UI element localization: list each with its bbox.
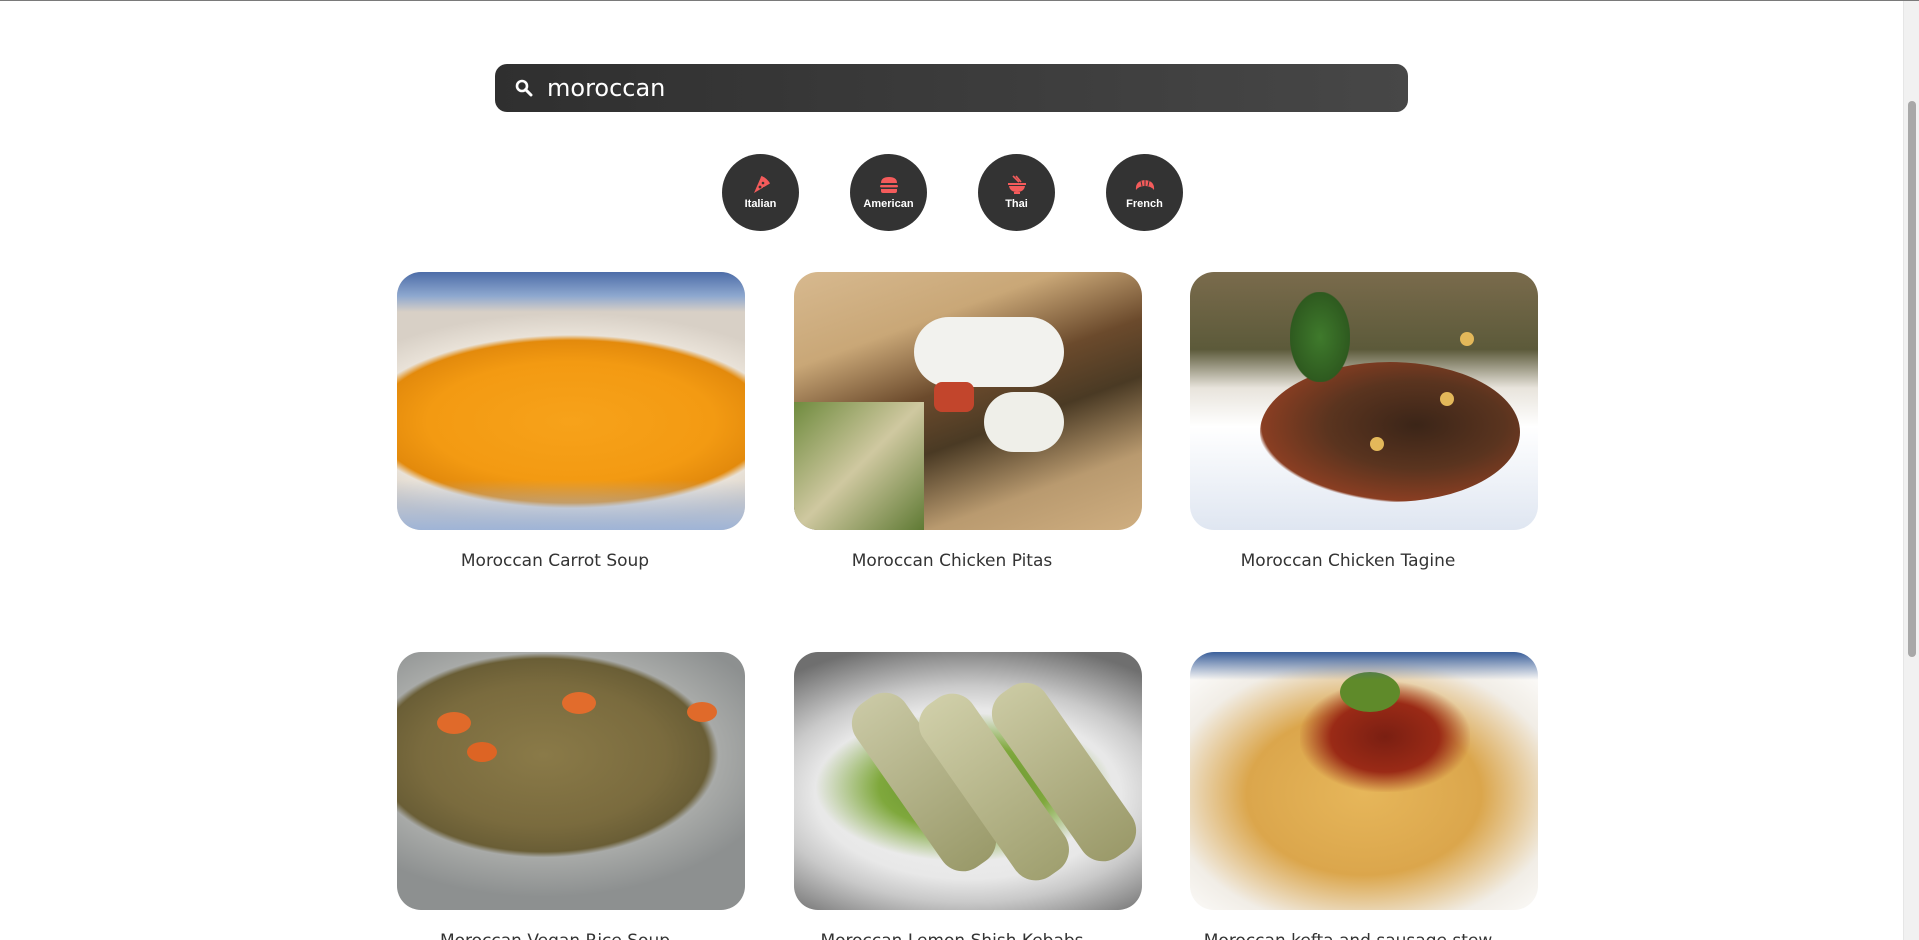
recipe-card[interactable]: Moroccan Lemon Shish Kebabs — [794, 652, 1142, 940]
recipe-image-lemon-shish-kebabs[interactable] — [794, 652, 1142, 910]
recipe-title[interactable]: Moroccan Chicken Tagine — [1190, 551, 1506, 571]
recipe-title[interactable]: Moroccan Vegan Rice Soup — [397, 931, 713, 940]
category-button-french[interactable]: French — [1106, 154, 1183, 231]
recipe-title[interactable]: Moroccan Chicken Pitas — [794, 551, 1110, 571]
category-button-american[interactable]: American — [850, 154, 927, 231]
recipe-card[interactable]: Moroccan kefta and sausage stew — [1190, 652, 1538, 940]
vertical-scrollbar[interactable] — [1903, 1, 1919, 940]
category-label: Thai — [1005, 198, 1028, 210]
recipe-image-kefta-stew[interactable] — [1190, 652, 1538, 910]
recipe-title[interactable]: Moroccan Lemon Shish Kebabs — [794, 931, 1110, 940]
recipe-image-chicken-tagine[interactable] — [1190, 272, 1538, 530]
category-label: American — [863, 198, 914, 210]
recipe-card[interactable]: Moroccan Chicken Pitas — [794, 272, 1142, 571]
recipe-image-carrot-soup[interactable] — [397, 272, 745, 530]
search-bar[interactable] — [495, 64, 1408, 112]
window-top-border — [0, 0, 1919, 1]
category-label: Italian — [744, 198, 777, 210]
croissant-icon — [1134, 175, 1156, 195]
recipe-image-vegan-rice-soup[interactable] — [397, 652, 745, 910]
recipe-card[interactable]: Moroccan Carrot Soup — [397, 272, 745, 571]
category-button-thai[interactable]: Thai — [978, 154, 1055, 231]
scrollbar-thumb[interactable] — [1908, 101, 1916, 657]
category-label: French — [1126, 198, 1163, 210]
category-button-italian[interactable]: Italian — [722, 154, 799, 231]
pizza-icon — [750, 175, 772, 195]
recipe-image-chicken-pitas[interactable] — [794, 272, 1142, 530]
search-input[interactable] — [547, 74, 1367, 102]
recipe-title[interactable]: Moroccan Carrot Soup — [397, 551, 713, 571]
recipe-title[interactable]: Moroccan kefta and sausage stew — [1190, 931, 1506, 940]
bowl-icon — [1006, 175, 1028, 195]
recipe-card[interactable]: Moroccan Vegan Rice Soup — [397, 652, 745, 940]
recipe-card[interactable]: Moroccan Chicken Tagine — [1190, 272, 1538, 571]
search-icon — [513, 77, 535, 99]
page: Italian American Thai — [0, 0, 1919, 940]
hamburger-icon — [878, 175, 900, 195]
